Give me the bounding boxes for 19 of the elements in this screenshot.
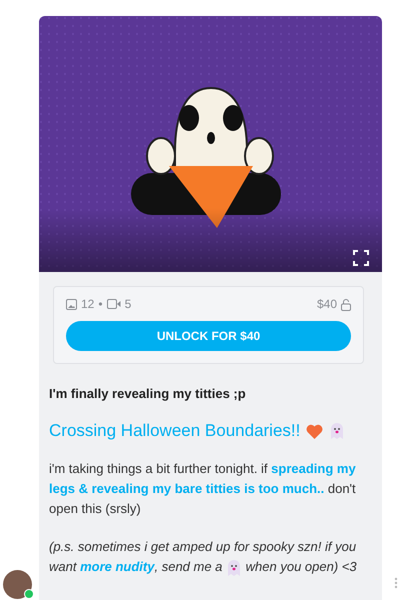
separator-dot: • [98,297,103,311]
fullscreen-icon[interactable] [353,250,369,266]
unlock-button[interactable]: UNLOCK FOR $40 [66,321,351,351]
ghost-icon [226,558,242,577]
image-icon [66,298,77,310]
lock-icon [341,298,351,310]
video-count: 5 [124,297,132,311]
message-text: when you open) <3 [246,559,357,574]
photo-count: 12 [81,297,94,311]
heart-icon [306,424,324,438]
message-text: want more nudity, send me a [49,559,222,574]
message-text: i'm taking things a bit further tonight. if spreading my legs & revealing my bare titties is too much.. don't open this (srsly) [49,461,356,516]
price: $40 [316,297,337,311]
avatar[interactable] [3,570,32,599]
post-title: Crossing Halloween Boundaries!! [49,421,300,441]
ghost-icon [329,422,346,440]
video-icon [106,299,121,309]
message-text: (p.s. sometimes i get amped up for spooky szn! if you [49,538,358,556]
post-headline: I'm finally revealing my titties ;p [49,386,247,401]
